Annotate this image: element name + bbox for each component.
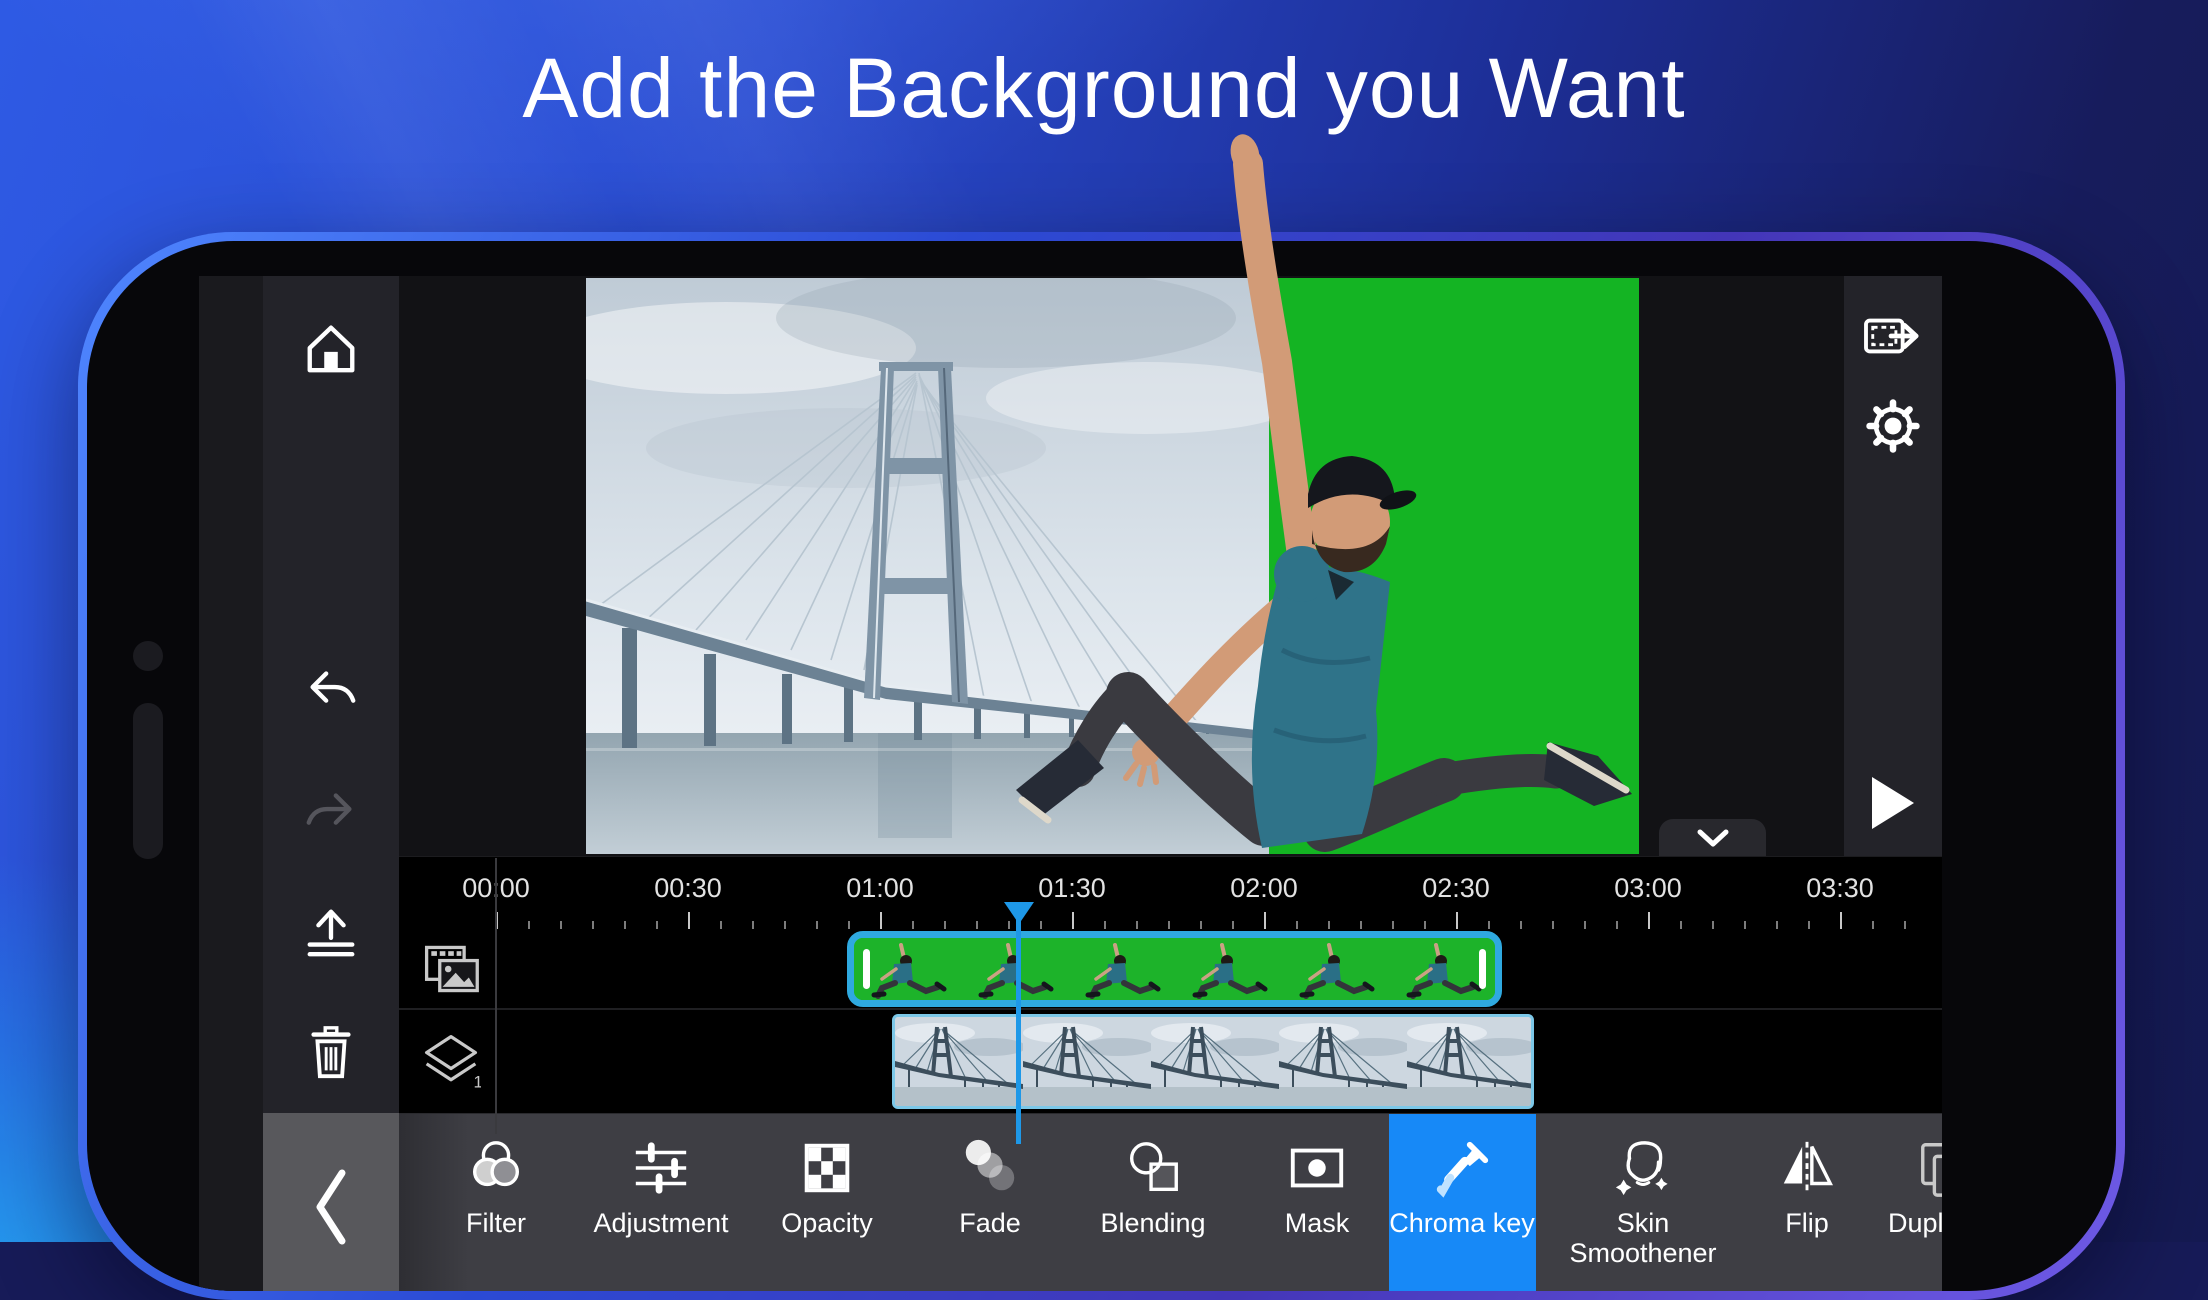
toolbar-item-blending[interactable]: Blending xyxy=(1078,1136,1228,1238)
timeline-zero-line xyxy=(495,858,497,1134)
ruler-major-tick xyxy=(1456,912,1458,930)
green-screen-panel xyxy=(1269,278,1639,854)
chevron-left-icon xyxy=(308,1165,354,1249)
ruler-major-tick xyxy=(1264,912,1266,930)
editor-screen: 00:0000:3001:0001:3002:0002:3003:0003:30 xyxy=(199,276,1942,1291)
settings-button[interactable] xyxy=(1861,394,1925,458)
ruler-major-tick xyxy=(1840,912,1842,930)
phone-mockup: 00:0000:3001:0001:3002:0002:3003:0003:30 xyxy=(78,232,2125,1300)
redo-button[interactable] xyxy=(299,780,363,844)
ruler-major-tick xyxy=(1072,912,1074,930)
ruler-time-label: 00:30 xyxy=(654,873,722,904)
ruler-time-label: 01:00 xyxy=(846,873,914,904)
bridge-overlay-clip[interactable] xyxy=(892,1014,1534,1109)
skin-smoothener-icon xyxy=(1611,1136,1675,1200)
clip-thumbnails xyxy=(854,938,1495,1000)
right-toolbar xyxy=(1844,276,1942,856)
produce-export-icon xyxy=(1862,309,1924,363)
toolbar-item-filter[interactable]: Filter xyxy=(421,1136,571,1238)
ruler-major-tick xyxy=(688,912,690,930)
ruler-major-tick xyxy=(1648,912,1650,930)
toolbar-item-skin-smoothener[interactable]: Skin Smoothener xyxy=(1568,1136,1718,1268)
layers-icon: 1 xyxy=(421,1032,481,1090)
ruler-time-label: 03:00 xyxy=(1614,873,1682,904)
overlay-track-button[interactable]: 1 xyxy=(419,1029,483,1093)
trim-handle-left[interactable] xyxy=(863,949,870,989)
ruler-time-label: 03:30 xyxy=(1806,873,1874,904)
ruler-time-label: 02:00 xyxy=(1230,873,1298,904)
undo-icon xyxy=(302,661,360,719)
ruler-major-tick xyxy=(880,912,882,930)
opacity-icon xyxy=(795,1136,859,1200)
produce-button[interactable] xyxy=(1861,304,1925,368)
track-separator xyxy=(399,1008,1942,1010)
media-track-icon xyxy=(421,941,481,997)
green-screen-clip[interactable] xyxy=(847,931,1502,1007)
home-icon xyxy=(302,319,360,377)
left-toolbar xyxy=(263,276,399,1113)
undo-button[interactable] xyxy=(299,658,363,722)
play-icon xyxy=(1868,775,1918,831)
timeline-tracks: 1 xyxy=(399,929,1942,1113)
toolbar-item-chroma-key-active[interactable]: Chroma key xyxy=(1389,1114,1536,1291)
filter-icon xyxy=(464,1136,528,1200)
toolbar-item-adjustment[interactable]: Adjustment xyxy=(586,1136,736,1238)
video-preview[interactable] xyxy=(586,278,1639,854)
redo-icon xyxy=(302,783,360,841)
upload-icon xyxy=(302,903,360,961)
toolbar-item-opacity[interactable]: Opacity xyxy=(752,1136,902,1238)
playhead-line xyxy=(1016,906,1021,1144)
delete-button[interactable] xyxy=(299,1020,363,1084)
toolbar-item-flip[interactable]: Flip xyxy=(1732,1136,1882,1238)
flip-icon xyxy=(1775,1136,1839,1200)
chevron-down-icon xyxy=(1690,827,1736,849)
toolbar-item-duplicate[interactable]: Dupl xyxy=(1874,1136,1942,1238)
speaker-pill xyxy=(133,703,163,859)
gear-icon xyxy=(1863,396,1923,456)
fade-icon xyxy=(958,1136,1022,1200)
notch-strip xyxy=(199,276,263,1291)
collapse-preview-button[interactable] xyxy=(1659,819,1766,856)
clip-thumbnails xyxy=(895,1017,1531,1106)
home-button[interactable] xyxy=(299,316,363,380)
play-button[interactable] xyxy=(1861,771,1925,835)
trim-handle-right[interactable] xyxy=(1479,949,1486,989)
bridge-background-photo xyxy=(586,278,1269,854)
effects-toolbar: Filter Adjustment xyxy=(399,1113,1942,1291)
adjustment-icon xyxy=(629,1136,693,1200)
chroma-key-icon xyxy=(1430,1136,1494,1200)
ruler-time-label: 01:30 xyxy=(1038,873,1106,904)
back-button[interactable] xyxy=(263,1113,399,1291)
camera-dot xyxy=(133,641,163,671)
page-title: Add the Background you Want xyxy=(0,40,2208,137)
trash-icon xyxy=(302,1023,360,1081)
layer-badge: 1 xyxy=(474,1072,482,1090)
export-up-button[interactable] xyxy=(299,900,363,964)
timeline-ruler[interactable]: 00:0000:3001:0001:3002:0002:3003:0003:30 xyxy=(399,856,1942,930)
media-track-button[interactable] xyxy=(419,937,483,1001)
duplicate-icon xyxy=(1914,1136,1942,1200)
mask-icon xyxy=(1285,1136,1349,1200)
toolbar-item-fade[interactable]: Fade xyxy=(915,1136,1065,1238)
ruler-time-label: 02:30 xyxy=(1422,873,1490,904)
toolbar-item-mask[interactable]: Mask xyxy=(1242,1136,1392,1238)
phone-bezel: 00:0000:3001:0001:3002:0002:3003:0003:30 xyxy=(87,241,2116,1291)
blending-icon xyxy=(1121,1136,1185,1200)
